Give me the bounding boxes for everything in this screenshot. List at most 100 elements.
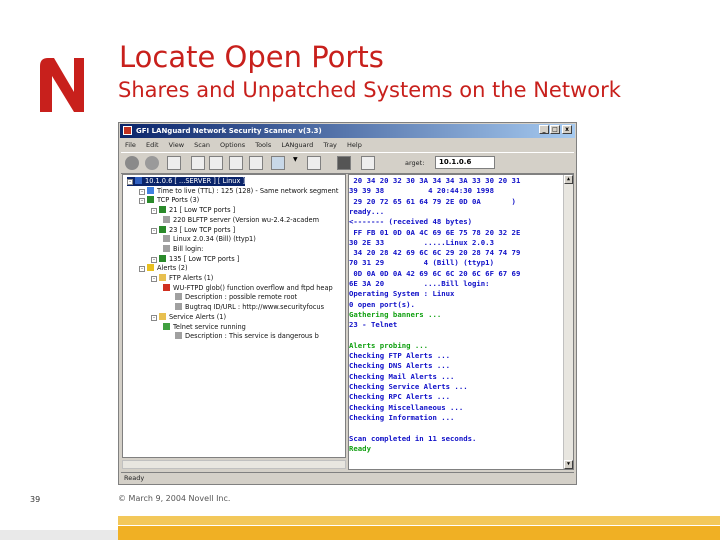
menu-edit[interactable]: Edit	[146, 139, 159, 151]
tree-item[interactable]: - 10.1.0.6 [ ...SERVER ] [ Linux ]	[127, 177, 246, 186]
console-line: 0 open port(s).	[349, 299, 415, 309]
console-line: Ready	[349, 443, 371, 453]
tree-item[interactable]: - FTP Alerts (1)	[151, 274, 213, 283]
doc-icon	[163, 244, 170, 252]
menu-scan[interactable]: Scan	[194, 139, 210, 151]
service-icon	[163, 322, 170, 330]
slide-subtitle: Shares and Unpatched Systems on the Netw…	[118, 78, 621, 102]
tree-item[interactable]: WU-FTPD glob() function overflow and ftp…	[163, 283, 333, 293]
tree-item-label: Alerts (2)	[157, 264, 188, 273]
list-view-icon[interactable]	[209, 156, 223, 170]
menu-help[interactable]: Help	[347, 139, 362, 151]
tree-item[interactable]: Bugtraq ID/URL : http://www.securityfocu…	[175, 303, 324, 312]
results-tree[interactable]: -10.1.0.6 [ ...SERVER ] [ Linux ] - Time t…	[122, 174, 346, 458]
console-scrollbar[interactable]: ▲ ▼	[563, 175, 573, 469]
tree-item[interactable]: - 135 [ Low TCP ports ]	[151, 254, 240, 264]
menu-options[interactable]: Options	[220, 139, 245, 151]
console-line: Checking RPC Alerts ...	[349, 392, 451, 402]
tree-item[interactable]: - TCP Ports (3)	[139, 196, 199, 205]
tree-item[interactable]: Bill login:	[163, 244, 204, 254]
tools-icon[interactable]	[361, 156, 375, 170]
tree-item[interactable]: 220 BLFTP server (Version wu-2.4.2-acade…	[163, 215, 319, 225]
tree-item-label: TCP Ports (3)	[157, 196, 200, 205]
collapse-icon[interactable]: -	[127, 179, 133, 185]
tree-item-label: Service Alerts (1)	[169, 312, 227, 321]
console-line: Alerts probing ...	[349, 340, 429, 350]
tree-item-label: Linux 2.0.34 (Bill) (ttyp1)	[173, 235, 256, 244]
menu-tray[interactable]: Tray	[323, 139, 337, 151]
tree-item[interactable]: Description : This service is dangerous …	[175, 332, 319, 341]
console-line: Gathering banners ...	[349, 309, 442, 319]
collapse-icon[interactable]: -	[139, 188, 145, 195]
doc-icon	[163, 235, 170, 243]
console-line: Operating System : Linux	[349, 289, 455, 299]
report-icon[interactable]	[249, 156, 263, 170]
collapse-icon[interactable]: -	[151, 208, 157, 215]
doc-icon	[175, 303, 182, 311]
tree-item-label: Bugtraq ID/URL : http://www.securityfocu…	[185, 303, 325, 312]
tree-item[interactable]: - 21 [ Low TCP ports ]	[151, 206, 235, 215]
tree-item[interactable]: - Service Alerts (1)	[151, 312, 227, 322]
save-icon[interactable]	[337, 156, 351, 170]
console-line: 0D 0A 0D 0A 42 69 6C 6C 20 6C 6F 67 69	[349, 268, 521, 278]
console-line: <------- (received 48 bytes)	[349, 217, 473, 227]
collapse-icon[interactable]: -	[139, 198, 145, 205]
minimize-button[interactable]: _	[539, 125, 549, 134]
menu-view[interactable]: View	[169, 139, 184, 151]
scroll-down-icon[interactable]: ▼	[564, 460, 573, 469]
tree-horizontal-scrollbar[interactable]	[122, 460, 346, 469]
tree-item[interactable]: Linux 2.0.34 (Bill) (ttyp1)	[163, 235, 256, 244]
details-icon[interactable]	[229, 156, 243, 170]
network-icon	[147, 196, 154, 204]
console-line: 39 39 38 4 20:44:30 1998	[349, 186, 494, 196]
target-label: arget:	[405, 159, 425, 167]
collapse-icon[interactable]: -	[151, 276, 157, 282]
folder-icon	[159, 274, 166, 281]
console-line: 34 20 28 42 69 6C 6C 29 20 28 74 74 79	[349, 248, 521, 258]
toolbar: ▼ arget: 10.1.0.6	[121, 152, 574, 174]
footer-bar-dark	[118, 526, 720, 540]
target-input[interactable]: 10.1.0.6	[435, 156, 495, 169]
filter-icon[interactable]	[307, 156, 321, 170]
port-icon	[159, 206, 166, 214]
tree-item-label: Bill login:	[173, 244, 204, 253]
start-scan-icon[interactable]	[125, 156, 139, 170]
computer-icon	[135, 177, 142, 184]
scroll-up-icon[interactable]: ▲	[564, 175, 573, 184]
novell-logo-icon	[40, 58, 84, 112]
chevron-down-icon[interactable]: ▼	[293, 156, 299, 170]
collapse-icon[interactable]: -	[151, 314, 157, 321]
tree-item-label: 21 [ Low TCP ports ]	[169, 206, 236, 215]
network-tool-icon[interactable]	[271, 156, 285, 170]
copyright-text: © March 9, 2004 Novell Inc.	[118, 494, 231, 503]
app-icon	[123, 126, 132, 135]
menu-file[interactable]: File	[125, 139, 136, 151]
doc-icon	[163, 215, 170, 223]
stop-scan-icon[interactable]	[145, 156, 159, 170]
tree-item-label: 135 [ Low TCP ports ]	[169, 254, 240, 263]
console-line: ready...	[349, 206, 385, 216]
maximize-button[interactable]: □	[550, 125, 560, 134]
console-line: Checking DNS Alerts ...	[349, 361, 451, 371]
menu-tools[interactable]: Tools	[255, 139, 271, 151]
footer-bar-left	[0, 530, 118, 540]
tree-item-label: 10.1.0.6 [ ...SERVER ] [ Linux ]	[145, 177, 246, 185]
alert-icon	[163, 283, 170, 291]
tree-item[interactable]: Description : possible remote root	[175, 293, 297, 302]
console-line: Checking FTP Alerts ...	[349, 351, 451, 361]
window-titlebar[interactable]: GFI LANguard Network Security Scanner v(…	[120, 124, 575, 138]
console-line: 23 - Telnet	[349, 320, 398, 330]
tree-item[interactable]: - Time to live (TTL) : 125 (128) - Same n…	[139, 186, 338, 196]
collapse-icon[interactable]: -	[151, 256, 157, 263]
grid-view-icon[interactable]	[191, 156, 205, 170]
tree-item[interactable]: Telnet service running	[163, 322, 246, 332]
menu-languard[interactable]: LANguard	[281, 139, 313, 151]
status-bar: Ready	[121, 472, 574, 484]
tree-item[interactable]: - Alerts (2)	[139, 264, 188, 273]
collapse-icon[interactable]: -	[151, 227, 157, 234]
tree-item[interactable]: - 23 [ Low TCP ports ]	[151, 225, 235, 235]
close-button[interactable]: x	[562, 125, 572, 134]
tree-item-label: Description : This service is dangerous …	[185, 332, 319, 341]
collapse-icon[interactable]: -	[139, 266, 145, 273]
scan-list-icon[interactable]	[167, 156, 181, 170]
